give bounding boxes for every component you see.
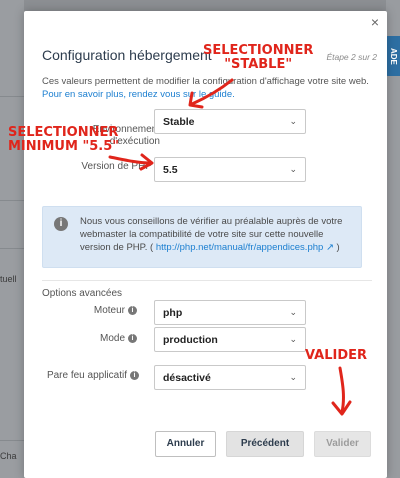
mode-label-text: Mode <box>99 333 125 344</box>
info-icon: i <box>54 217 68 231</box>
external-link-icon: ↗ <box>325 242 334 253</box>
section-divider <box>42 280 372 281</box>
info-close-paren: ) <box>333 242 340 253</box>
mode-select[interactable]: production ⌄ <box>154 327 306 352</box>
chevron-down-icon: ⌄ <box>289 307 297 317</box>
engine-label-text: Moteur <box>93 305 125 316</box>
environment-value: Stable <box>163 116 195 128</box>
annotation-select-stable: SELECTIONNER "STABLE" <box>203 43 314 72</box>
chevron-down-icon: ⌄ <box>289 164 297 174</box>
cancel-button[interactable]: Annuler <box>155 431 216 457</box>
question-icon[interactable]: i <box>128 333 137 343</box>
annotation-validate: VALIDER <box>305 348 368 363</box>
engine-label: Moteur i <box>42 305 137 316</box>
background-divider <box>0 248 24 249</box>
modal-title: Configuration hébergement <box>42 47 212 63</box>
chevron-down-icon: ⌄ <box>289 334 297 344</box>
modal-description: Ces valeurs permettent de modifier la co… <box>42 75 372 101</box>
question-icon[interactable]: i <box>130 370 139 380</box>
info-text: Nous vous conseillons de vérifier au pré… <box>80 215 355 254</box>
previous-button[interactable]: Précédent <box>226 431 304 457</box>
php-version-value: 5.5 <box>163 164 178 176</box>
background-side-tab[interactable]: ADE <box>386 36 400 76</box>
description-text: Ces valeurs permettent de modifier la co… <box>42 76 369 87</box>
environment-select[interactable]: Stable ⌄ <box>154 109 306 134</box>
engine-select[interactable]: php ⌄ <box>154 300 306 325</box>
php-manual-link[interactable]: http://php.net/manual/fr/appendices.php <box>156 242 323 253</box>
engine-value: php <box>163 307 183 319</box>
firewall-label-text: Pare feu applicatif <box>46 370 127 381</box>
background-divider <box>0 440 24 441</box>
mode-label: Mode i <box>42 333 137 344</box>
advanced-options-title: Options avancées <box>42 288 123 299</box>
mode-value: production <box>163 334 218 346</box>
question-icon[interactable]: i <box>128 305 137 315</box>
guide-link[interactable]: Pour en savoir plus, rendez vous sur le … <box>42 89 235 100</box>
background-text: tuell <box>0 274 17 284</box>
php-compat-info-box: i Nous vous conseillons de vérifier au p… <box>42 206 362 268</box>
close-icon[interactable]: × <box>371 15 379 29</box>
firewall-label: Pare feu applicatif i <box>34 370 139 381</box>
firewall-value: désactivé <box>163 372 211 384</box>
background-text: Cha <box>0 451 17 461</box>
background-sidebar <box>0 0 24 478</box>
php-version-label: Version de PHP <box>81 161 152 172</box>
chevron-down-icon: ⌄ <box>289 116 297 126</box>
chevron-down-icon: ⌄ <box>289 372 297 382</box>
firewall-select[interactable]: désactivé ⌄ <box>154 365 306 390</box>
step-indicator: Étape 2 sur 2 <box>326 52 377 62</box>
background-divider <box>0 200 24 201</box>
background-divider <box>0 96 24 97</box>
hosting-config-modal: × Configuration hébergement Étape 2 sur … <box>24 11 387 478</box>
php-version-select[interactable]: 5.5 ⌄ <box>154 157 306 182</box>
validate-button[interactable]: Valider <box>314 431 371 457</box>
annotation-select-minimum: SELECTIONNER MINIMUM "5.5" <box>8 125 120 154</box>
